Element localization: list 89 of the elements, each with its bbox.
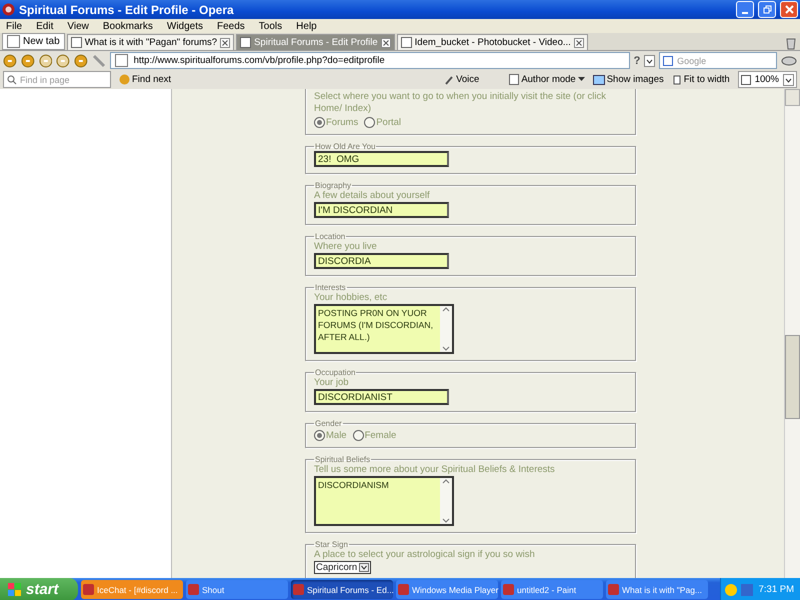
text-area[interactable]: DISCORDIANISM [314,476,454,526]
search-icon [7,74,17,84]
menu-item[interactable]: File [6,20,22,32]
field-description: Where you live [314,241,378,253]
app-icon [188,584,199,595]
find-next-button[interactable]: Find next [119,74,172,85]
section-legend: Location [314,232,346,241]
browser-tab[interactable]: Idem_bucket - Photobucket - Video... [396,34,588,50]
tray-icon[interactable] [724,582,755,596]
field-description: A few details about yourself [314,190,431,202]
input-field[interactable]: DISCORDIA [314,253,449,269]
close-icon[interactable] [380,38,391,48]
section-legend: Spiritual Beliefs [314,455,372,464]
menu-item[interactable]: View [67,20,89,32]
page-icon [509,74,520,85]
radio-button[interactable] [314,117,325,128]
field-description: Your job [314,377,350,389]
author-mode-button[interactable]: Author mode [509,74,585,85]
radio-label: Female [364,430,396,441]
field-description: Tell us some more about your Spiritual Beliefs & Interests [314,464,556,476]
section-legend: Occupation [314,368,356,377]
input-field[interactable]: 23! OMG [314,151,449,167]
menu-item[interactable]: Bookmarks [102,20,153,32]
close-icon [784,5,794,14]
address-field[interactable]: http://www.spiritualforums.com/vb/profile.php?do=editprofile [110,52,630,69]
radio-label: Portal [376,117,402,128]
zoom-icon [740,74,751,84]
scrollbar[interactable] [784,89,800,578]
radio-label: Forums [326,117,358,128]
field-description: Your hobbies, etc [314,292,388,304]
taskbar-button[interactable]: Shout [186,580,288,599]
text-area[interactable]: POSTING PR0N ON YUOR FORUMS (I'M DISCORDIAN, AFTER ALL.) [314,304,454,354]
input-field[interactable]: DISCORDIANIST [314,389,449,405]
taskbar-button[interactable]: Windows Media Player [396,580,498,599]
restore-icon [762,5,772,14]
fit-to-width-button[interactable]: Fit to width [672,74,730,85]
section-legend: How Old Are You [314,142,376,151]
radio-button[interactable] [364,117,376,128]
radio-button[interactable] [352,430,364,441]
scroll-up-icon[interactable] [442,478,450,484]
help-button[interactable]: ? [634,54,640,66]
app-icon [398,584,409,595]
scroll-up-icon[interactable] [442,306,450,312]
windows-flag-icon [8,582,22,596]
menu-item[interactable]: Help [296,20,317,32]
input-field[interactable]: I'M DISCORDIAN [314,202,449,218]
taskbar-button[interactable]: Spiritual Forums - Ed... [291,580,393,599]
radio-label: Male [326,430,347,441]
app-icon [293,584,304,595]
zoom-dropdown[interactable]: 100% [738,71,797,88]
app-icon [608,584,619,595]
image-icon [592,74,605,84]
dropdown-icon [359,563,370,572]
taskbar-button[interactable]: What is it with "Pag... [606,580,708,599]
dropdown-icon[interactable] [783,74,794,86]
menu-item[interactable]: Tools [258,20,282,32]
show-images-button[interactable]: Show images [592,74,664,85]
app-icon [83,584,94,595]
page-icon [672,74,682,84]
menu-item[interactable]: Edit [36,20,54,32]
menu-item[interactable]: Feeds [217,20,245,32]
section-legend: Star Sign [314,540,349,549]
app-icon [503,584,514,595]
close-icon[interactable] [220,38,230,48]
minimize-button[interactable] [736,1,754,18]
scroll-down-icon[interactable] [442,346,450,352]
select-dropdown[interactable]: Capricorn [314,561,372,574]
voice-button[interactable]: Voice [444,74,480,85]
caret-icon [578,77,585,82]
radio-button[interactable] [314,430,325,441]
window-title: Spiritual Forums - Edit Profile - Opera [19,2,235,16]
app-icon [2,3,15,16]
pen-icon [444,74,454,84]
new-tab-button[interactable]: New tab [2,33,65,50]
field-description: Select where you want to go to when you initially visit the site (or click Home/ Index) [314,91,607,115]
minimize-icon [742,12,748,14]
close-button[interactable] [780,1,798,18]
section-legend: Gender [314,419,343,428]
section-legend: Interests [314,283,347,292]
clock: 7:31 PM [758,584,794,595]
taskbar-button[interactable]: untitled2 - Paint [501,580,603,599]
section-legend: Biography [314,181,352,190]
dropdown-icon[interactable] [644,54,656,66]
close-icon[interactable] [574,38,584,48]
browser-tab[interactable]: What is it with "Pagan" forums? [66,34,234,50]
field-description: A place to select your astrological sign if you so wish [314,549,536,561]
menu-item[interactable]: Widgets [166,20,203,32]
scroll-down-icon[interactable] [442,518,450,524]
restore-button[interactable] [758,1,776,18]
